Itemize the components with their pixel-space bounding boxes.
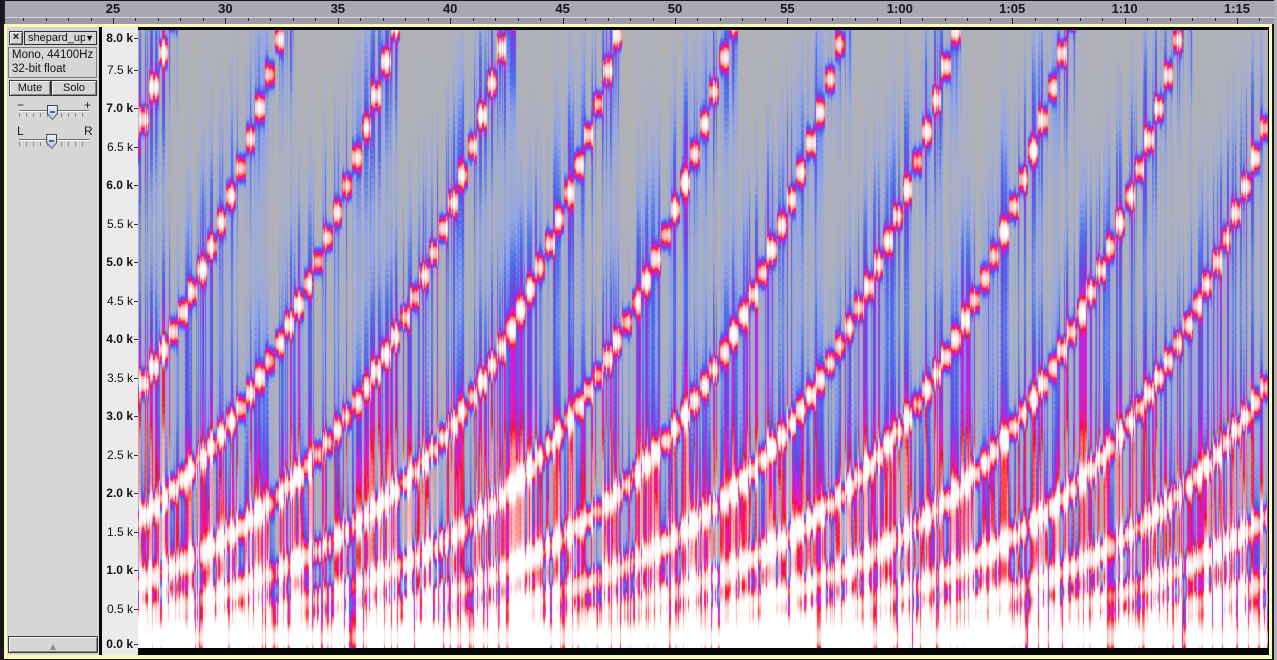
- freq-label: 2.0 k: [106, 486, 133, 500]
- timeline-minor-tick: [1259, 18, 1261, 21]
- timeline-minor-tick: [742, 18, 744, 21]
- track-title: shepard_up: [28, 32, 86, 44]
- freq-label: 5.0 k: [106, 255, 133, 269]
- collapse-triangle-icon: ▲: [48, 642, 58, 653]
- timeline-minor-tick: [922, 18, 924, 21]
- timeline-minor-tick: [540, 18, 542, 21]
- audacity-window: 25 30 35 40 45 50 55 1:00 1:05 1:10 1:15 × shepard…: [0, 0, 1277, 660]
- frequency-ruler[interactable]: 8.0 k 7.5 k 7.0 k 6.5 k 6.0 k 5.5 k 5.0 k 4.5 k…: [102, 27, 138, 655]
- timeline-minor-tick: [832, 18, 834, 21]
- freq-label: 1.5 k: [106, 524, 133, 539]
- timeline-label: 1:05: [999, 1, 1026, 16]
- timeline-minor-tick: [382, 18, 384, 21]
- timeline-minor-tick: [427, 18, 429, 21]
- timeline-minor-tick: [1102, 18, 1104, 21]
- timeline-minor-tick: [45, 18, 47, 21]
- timeline-minor-tick: [652, 18, 654, 21]
- track-menu-chevron-down-icon[interactable]: ▼: [85, 33, 96, 43]
- timeline-minor-tick: [405, 18, 407, 21]
- freq-label: 3.0 k: [106, 409, 133, 423]
- close-track-button[interactable]: ×: [9, 31, 23, 45]
- timeline-minor-tick: [135, 18, 137, 21]
- freq-label: 7.5 k: [106, 62, 133, 77]
- timeline-label: 25: [105, 1, 121, 16]
- freq-label: 6.5 k: [106, 139, 133, 154]
- pan-right-label: R: [84, 124, 93, 138]
- timeline-minor-tick: [854, 18, 856, 21]
- timeline-label: 50: [667, 1, 683, 16]
- freq-label: 1.0 k: [106, 563, 133, 577]
- timeline-minor-tick: [1192, 18, 1194, 21]
- timeline-minor-tick: [944, 18, 946, 21]
- collapse-track-button[interactable]: ▲: [8, 636, 98, 653]
- timeline-label: 1:00: [886, 1, 913, 16]
- timeline-minor-tick: [360, 18, 362, 21]
- pan-left-label: L: [17, 124, 24, 138]
- freq-label: 4.0 k: [106, 332, 133, 346]
- freq-label: 2.5 k: [106, 447, 133, 462]
- timeline-minor-tick: [270, 18, 272, 21]
- timeline-minor-tick: [1057, 18, 1059, 21]
- timeline-minor-tick: [315, 18, 317, 21]
- track-info-box: Mono, 44100Hz 32-bit float: [8, 47, 97, 78]
- timeline-minor-tick: [472, 18, 474, 21]
- solo-button[interactable]: Solo: [51, 80, 97, 96]
- track-title-bar[interactable]: shepard_up ▼: [24, 31, 97, 45]
- timeline-minor-tick: [697, 18, 699, 21]
- track-format-line2: 32-bit float: [12, 63, 66, 75]
- timeline-label: 40: [442, 1, 458, 16]
- timeline-minor-tick: [607, 18, 609, 21]
- track-format-line1: Mono, 44100Hz: [12, 49, 94, 61]
- timeline-minor-tick: [1214, 18, 1216, 21]
- timeline-label: 1:10: [1111, 1, 1138, 16]
- timeline-minor-tick: [585, 18, 587, 21]
- timeline-minor-tick: [202, 18, 204, 21]
- freq-label: 4.5 k: [106, 293, 133, 308]
- freq-label: 8.0 k: [106, 31, 133, 45]
- timeline-minor-tick: [157, 18, 159, 21]
- timeline-minor-tick: [1079, 18, 1081, 21]
- timeline-label: 30: [218, 1, 233, 16]
- freq-label: 7.0 k: [106, 101, 133, 115]
- timeline-label: 45: [555, 1, 570, 16]
- timeline-minor-tick: [292, 18, 294, 21]
- freq-label: 6.0 k: [106, 178, 133, 192]
- track-control-panel: × shepard_up ▼ Mono, 44100Hz 32-bit floa…: [7, 27, 99, 655]
- timeline-minor-tick: [23, 18, 25, 21]
- timeline-label: 55: [780, 1, 795, 16]
- spectrogram-canvas[interactable]: [138, 30, 1268, 648]
- freq-label: 0.5 k: [106, 601, 133, 616]
- mute-button[interactable]: Mute: [9, 80, 51, 96]
- timeline-minor-tick: [180, 18, 182, 21]
- timeline-minor-tick: [1169, 18, 1171, 21]
- timeline-minor-tick: [68, 18, 70, 21]
- timeline-minor-tick: [764, 18, 766, 21]
- freq-label: 3.5 k: [106, 370, 133, 385]
- timeline-minor-tick: [877, 18, 879, 21]
- freq-label: 0.0 k: [106, 637, 133, 651]
- timeline-minor-tick: [630, 18, 632, 21]
- timeline-minor-tick: [247, 18, 249, 21]
- timeline-label: 1:15: [1223, 1, 1251, 16]
- timeline-minor-tick: [967, 18, 969, 21]
- timeline-label: 35: [330, 1, 346, 16]
- timeline-minor-tick: [1147, 18, 1149, 21]
- timeline-minor-tick: [517, 18, 519, 21]
- timeline-minor-tick: [989, 18, 991, 21]
- freq-label: 5.5 k: [106, 216, 133, 231]
- timeline-minor-tick: [90, 18, 92, 21]
- timeline-minor-tick: [809, 18, 811, 21]
- timeline-minor-tick: [1034, 18, 1036, 21]
- track-row: × shepard_up ▼ Mono, 44100Hz 32-bit floa…: [7, 27, 1269, 655]
- timeline-minor-tick: [495, 18, 497, 21]
- timeline-minor-tick: [719, 18, 721, 21]
